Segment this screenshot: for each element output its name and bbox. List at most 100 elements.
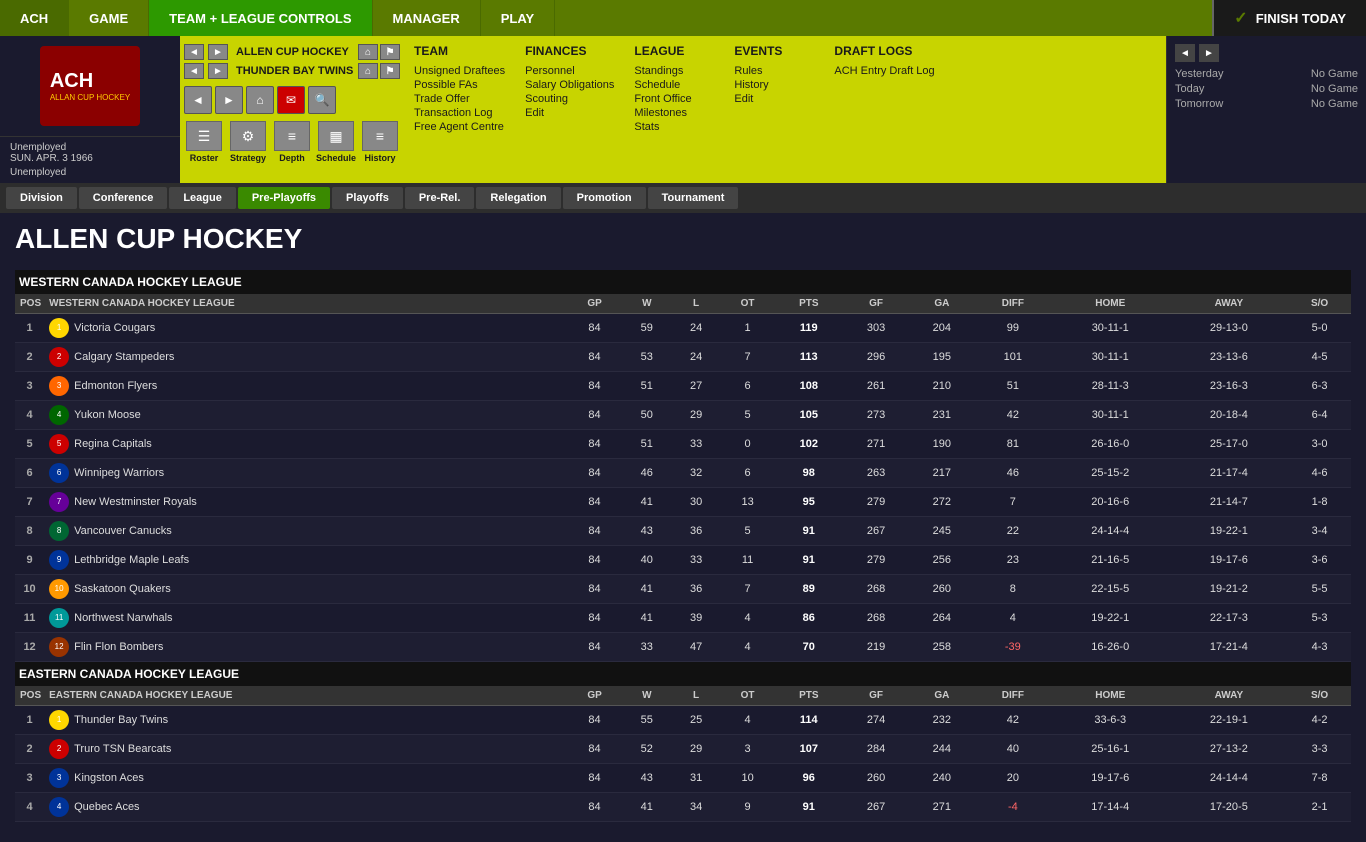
w-cell: 40 bbox=[622, 546, 671, 575]
front-office[interactable]: Front Office bbox=[634, 92, 714, 106]
milestones[interactable]: Milestones bbox=[634, 106, 714, 120]
trade-offer[interactable]: Trade Offer bbox=[414, 92, 505, 106]
tab-playoffs[interactable]: Playoffs bbox=[332, 187, 403, 209]
allen-cup-label: ALLEN CUP HOCKEY bbox=[236, 46, 349, 58]
thunder-bay-nav[interactable]: ◄ ► THUNDER BAY TWINS ⌂ ⚑ bbox=[184, 63, 400, 79]
tab-promotion[interactable]: Promotion bbox=[563, 187, 646, 209]
prev-arrow-2[interactable]: ◄ bbox=[184, 63, 204, 79]
table-row[interactable]: 2 2Calgary Stampeders 84 53 24 7 113 296… bbox=[15, 343, 1351, 372]
fwd-ctrl[interactable]: ► bbox=[215, 86, 243, 114]
tomorrow-label: Tomorrow bbox=[1175, 98, 1223, 110]
table-row[interactable]: 4 4Quebec Aces 84 41 34 9 91 267 271 -4 … bbox=[15, 793, 1351, 822]
roster-button[interactable]: ☰ Roster bbox=[184, 121, 224, 163]
gp-cell: 84 bbox=[567, 343, 622, 372]
home-ctrl[interactable]: ⌂ bbox=[246, 86, 274, 114]
pts-cell: 70 bbox=[774, 633, 843, 662]
gf-cell: 267 bbox=[843, 793, 909, 822]
table-row[interactable]: 3 3Edmonton Flyers 84 51 27 6 108 261 21… bbox=[15, 372, 1351, 401]
w-cell: 51 bbox=[622, 430, 671, 459]
nav-ach[interactable]: ACH bbox=[0, 0, 69, 36]
events-edit[interactable]: Edit bbox=[734, 92, 814, 106]
today-label: Today bbox=[1175, 83, 1204, 95]
ach-entry-draft-log[interactable]: ACH Entry Draft Log bbox=[834, 64, 974, 78]
strategy-button[interactable]: ⚙ Strategy bbox=[228, 121, 268, 163]
tab-division[interactable]: Division bbox=[6, 187, 77, 209]
next-arrow-2[interactable]: ► bbox=[208, 63, 228, 79]
gp-cell: 84 bbox=[567, 633, 622, 662]
so-cell: 1-8 bbox=[1288, 488, 1351, 517]
team-name-cell: 1Victoria Cougars bbox=[44, 314, 567, 343]
team-icon: 2 bbox=[49, 347, 69, 367]
gf-cell: 263 bbox=[843, 459, 909, 488]
table-row[interactable]: 11 11Northwest Narwhals 84 41 39 4 86 26… bbox=[15, 604, 1351, 633]
ga-cell: 217 bbox=[909, 459, 975, 488]
events-rules[interactable]: Rules bbox=[734, 64, 814, 78]
finish-today-button[interactable]: ✓ FINISH TODAY bbox=[1212, 0, 1366, 36]
gp-cell: 84 bbox=[567, 575, 622, 604]
w-cell: 41 bbox=[622, 488, 671, 517]
stats[interactable]: Stats bbox=[634, 120, 714, 134]
home-cell: 21-16-5 bbox=[1051, 546, 1170, 575]
tab-league[interactable]: League bbox=[169, 187, 236, 209]
table-row[interactable]: 9 9Lethbridge Maple Leafs 84 40 33 11 91… bbox=[15, 546, 1351, 575]
home-icon[interactable]: ⌂ bbox=[358, 44, 378, 60]
schedule[interactable]: Schedule bbox=[634, 78, 714, 92]
unsigned-draftees[interactable]: Unsigned Draftees bbox=[414, 64, 505, 78]
team-name-cell: 11Northwest Narwhals bbox=[44, 604, 567, 633]
gf-cell: 303 bbox=[843, 314, 909, 343]
salary-obligations[interactable]: Salary Obligations bbox=[525, 78, 614, 92]
ga-cell: 264 bbox=[909, 604, 975, 633]
schedule-icon: ▦ bbox=[318, 121, 354, 151]
check-icon: ✓ bbox=[1234, 8, 1247, 28]
flag-icon-2[interactable]: ⚑ bbox=[380, 63, 400, 79]
table-row[interactable]: 4 4Yukon Moose 84 50 29 5 105 273 231 42… bbox=[15, 401, 1351, 430]
mail-ctrl[interactable]: ✉ bbox=[277, 86, 305, 114]
tab-pre-rel[interactable]: Pre-Rel. bbox=[405, 187, 475, 209]
possible-fas[interactable]: Possible FAs bbox=[414, 78, 505, 92]
ga-cell: 232 bbox=[909, 706, 975, 735]
history-button[interactable]: ≡ History bbox=[360, 121, 400, 163]
tab-relegation[interactable]: Relegation bbox=[476, 187, 560, 209]
tab-tournament[interactable]: Tournament bbox=[648, 187, 739, 209]
flag-icon[interactable]: ⚑ bbox=[380, 44, 400, 60]
table-row[interactable]: 1 1Thunder Bay Twins 84 55 25 4 114 274 … bbox=[15, 706, 1351, 735]
table-row[interactable]: 8 8Vancouver Canucks 84 43 36 5 91 267 2… bbox=[15, 517, 1351, 546]
table-row[interactable]: 5 5Regina Capitals 84 51 33 0 102 271 19… bbox=[15, 430, 1351, 459]
col-w: W bbox=[622, 294, 671, 314]
personnel[interactable]: Personnel bbox=[525, 64, 614, 78]
prev-arrow[interactable]: ◄ bbox=[184, 44, 204, 60]
draft-logs-menu: DRAFT LOGS ACH Entry Draft Log bbox=[824, 36, 984, 183]
free-agent-centre[interactable]: Free Agent Centre bbox=[414, 120, 505, 134]
nav-play[interactable]: PLAY bbox=[481, 0, 555, 36]
table-row[interactable]: 10 10Saskatoon Quakers 84 41 36 7 89 268… bbox=[15, 575, 1351, 604]
team-icon: 10 bbox=[49, 579, 69, 599]
table-row[interactable]: 2 2Truro TSN Bearcats 84 52 29 3 107 284… bbox=[15, 735, 1351, 764]
depth-button[interactable]: ≡ Depth bbox=[272, 121, 312, 163]
date-next[interactable]: ► bbox=[1199, 44, 1219, 62]
home-icon-2[interactable]: ⌂ bbox=[358, 63, 378, 79]
tab-pre-playoffs[interactable]: Pre-Playoffs bbox=[238, 187, 330, 209]
table-row[interactable]: 6 6Winnipeg Warriors 84 46 32 6 98 263 2… bbox=[15, 459, 1351, 488]
nav-game[interactable]: GAME bbox=[69, 0, 149, 36]
nav-team-league[interactable]: TEAM + LEAGUE CONTROLS bbox=[149, 0, 372, 36]
col-diff: DIFF bbox=[975, 686, 1051, 706]
tab-conference[interactable]: Conference bbox=[79, 187, 168, 209]
standings[interactable]: Standings bbox=[634, 64, 714, 78]
search-ctrl[interactable]: 🔍 bbox=[308, 86, 336, 114]
schedule-button[interactable]: ▦ Schedule bbox=[316, 121, 356, 163]
finances-edit[interactable]: Edit bbox=[525, 106, 614, 120]
transaction-log[interactable]: Transaction Log bbox=[414, 106, 505, 120]
events-history[interactable]: History bbox=[734, 78, 814, 92]
allen-cup-nav[interactable]: ◄ ► ALLEN CUP HOCKEY ⌂ ⚑ bbox=[184, 44, 400, 60]
scouting[interactable]: Scouting bbox=[525, 92, 614, 106]
next-arrow[interactable]: ► bbox=[208, 44, 228, 60]
back-ctrl[interactable]: ◄ bbox=[184, 86, 212, 114]
table-row[interactable]: 12 12Flin Flon Bombers 84 33 47 4 70 219… bbox=[15, 633, 1351, 662]
nav-manager[interactable]: MANAGER bbox=[373, 0, 481, 36]
away-cell: 17-21-4 bbox=[1170, 633, 1289, 662]
table-row[interactable]: 1 1Victoria Cougars 84 59 24 1 119 303 2… bbox=[15, 314, 1351, 343]
date-prev[interactable]: ◄ bbox=[1175, 44, 1195, 62]
ga-cell: 272 bbox=[909, 488, 975, 517]
home-cell: 25-15-2 bbox=[1051, 459, 1170, 488]
table-row[interactable]: 7 7New Westminster Royals 84 41 30 13 95… bbox=[15, 488, 1351, 517]
